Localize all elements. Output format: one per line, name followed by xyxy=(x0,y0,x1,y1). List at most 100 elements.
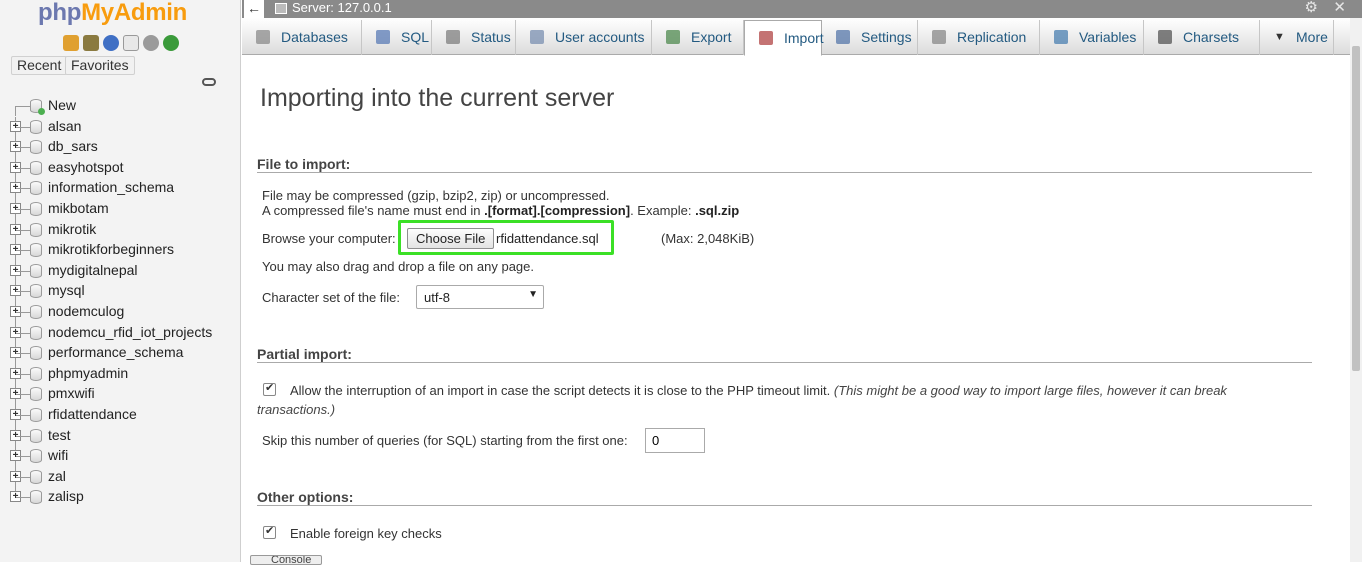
skip-queries-label: Skip this number of queries (for SQL) st… xyxy=(262,433,628,448)
tree-line xyxy=(16,497,30,499)
tree-item-database[interactable]: +information_schema xyxy=(0,178,240,199)
tab-variables[interactable]: Variables xyxy=(1040,20,1144,55)
database-name[interactable]: alsan xyxy=(48,118,81,134)
foreign-key-checkbox[interactable] xyxy=(263,524,276,539)
sql-icon xyxy=(376,30,390,44)
tree-item-database[interactable]: +mydigitalnepal xyxy=(0,260,240,282)
settings-icon[interactable] xyxy=(143,35,159,51)
tab-databases[interactable]: Databases xyxy=(242,20,362,55)
page-scrollbar[interactable] xyxy=(1350,18,1362,562)
tree-item-database[interactable]: +phpmyadmin xyxy=(0,363,240,385)
database-name[interactable]: nodemculog xyxy=(48,303,124,319)
home-icon[interactable] xyxy=(63,35,79,51)
tab-replication[interactable]: Replication xyxy=(918,20,1040,55)
database-icon xyxy=(256,30,270,44)
section-divider xyxy=(257,505,1312,506)
tree-line xyxy=(16,229,30,231)
database-name[interactable]: phpmyadmin xyxy=(48,365,128,381)
tree-item-database[interactable]: +mikrotik xyxy=(0,219,240,241)
database-name[interactable]: easyhotspot xyxy=(48,159,124,175)
tree-item-database[interactable]: +wifi xyxy=(0,446,240,467)
allow-interrupt-checkbox[interactable] xyxy=(263,381,276,396)
tree-line xyxy=(16,353,30,355)
tree-item-database[interactable]: +mikbotam xyxy=(0,198,240,220)
tree-line xyxy=(16,250,30,252)
tree-item-new[interactable]: New xyxy=(0,96,240,117)
tree-line xyxy=(16,394,30,396)
tree-item-database[interactable]: +test xyxy=(0,425,240,447)
tree-item-database[interactable]: +pmxwifi xyxy=(0,384,240,405)
database-name[interactable]: pmxwifi xyxy=(48,385,95,401)
tree-item-database[interactable]: +nodemculog xyxy=(0,301,240,323)
wrench-icon xyxy=(836,30,850,44)
logout-icon[interactable] xyxy=(83,35,99,51)
tab-status[interactable]: Status xyxy=(432,20,516,55)
reload-icon[interactable] xyxy=(163,35,179,51)
database-name[interactable]: performance_schema xyxy=(48,344,183,360)
database-icon xyxy=(30,304,42,319)
tree-line xyxy=(16,435,30,437)
database-name[interactable]: information_schema xyxy=(48,179,174,195)
help-icon[interactable] xyxy=(103,35,119,51)
tab-label: Settings xyxy=(861,29,912,45)
database-icon xyxy=(30,366,42,381)
database-name[interactable]: db_sars xyxy=(48,138,98,154)
tab-settings[interactable]: Settings xyxy=(822,20,918,55)
tab-more[interactable]: ▼ More xyxy=(1260,20,1334,55)
favorites-button[interactable]: Favorites xyxy=(65,56,135,75)
tree-item-database[interactable]: +alsan xyxy=(0,116,240,138)
tree-item-database[interactable]: +zal xyxy=(0,466,240,488)
database-icon xyxy=(30,119,42,134)
tab-export[interactable]: Export xyxy=(652,20,744,55)
tree-item-database[interactable]: +performance_schema xyxy=(0,343,240,364)
tab-charsets[interactable]: Charsets xyxy=(1144,20,1260,55)
chevron-down-icon: ▼ xyxy=(528,289,538,300)
page-title: Importing into the current server xyxy=(260,84,615,112)
charset-select[interactable]: utf-8 ▼ xyxy=(416,285,544,309)
tab-label: SQL xyxy=(401,29,430,45)
new-database-icon xyxy=(30,99,45,115)
tab-sql[interactable]: SQL xyxy=(362,20,432,55)
recent-button[interactable]: Recent xyxy=(11,56,68,75)
choose-file-button[interactable]: Choose File xyxy=(407,228,495,249)
tree-line xyxy=(16,270,30,272)
database-name[interactable]: mikrotikforbeginners xyxy=(48,241,174,257)
tab-user-accounts[interactable]: User accounts xyxy=(516,20,652,55)
scroll-thumb[interactable] xyxy=(1352,46,1360,371)
tab-label: User accounts xyxy=(555,29,645,45)
tree-item-database[interactable]: +easyhotspot xyxy=(0,157,240,179)
docs-icon[interactable] xyxy=(123,35,139,51)
new-database-label: New xyxy=(48,97,77,113)
tree-item-database[interactable]: +rfidattendance xyxy=(0,404,240,426)
gear-icon[interactable]: ⚙ xyxy=(1305,0,1318,16)
console-toggle[interactable]: Console xyxy=(250,555,322,565)
tree-item-database[interactable]: +nodemcu_rfid_iot_projects xyxy=(0,322,240,344)
link-icon[interactable] xyxy=(202,78,216,86)
tree-line xyxy=(16,188,30,190)
phpmyadmin-logo[interactable]: phpMyAdmin xyxy=(38,0,187,27)
tree-item-database[interactable]: +zalisp xyxy=(0,487,240,508)
database-name[interactable]: mydigitalnepal xyxy=(48,262,138,278)
tree-item-database[interactable]: +mysql xyxy=(0,281,240,302)
skip-queries-input[interactable] xyxy=(645,428,705,453)
server-breadcrumb[interactable]: Server: 127.0.0.1 xyxy=(292,0,392,16)
tree-item-database[interactable]: +mikrotikforbeginners xyxy=(0,240,240,261)
database-name[interactable]: zalisp xyxy=(48,488,84,504)
database-name[interactable]: wifi xyxy=(48,447,68,463)
close-icon[interactable]: ✕ xyxy=(1333,0,1346,16)
database-name[interactable]: mikbotam xyxy=(48,200,109,216)
tree-item-database[interactable]: +db_sars xyxy=(0,137,240,158)
collapse-navigation-arrow[interactable]: ← xyxy=(244,0,264,18)
tree-line xyxy=(16,208,30,210)
charset-value: utf-8 xyxy=(424,290,451,305)
database-name[interactable]: mikrotik xyxy=(48,221,96,237)
database-name[interactable]: nodemcu_rfid_iot_projects xyxy=(48,324,212,340)
database-name[interactable]: mysql xyxy=(48,282,85,298)
tab-import[interactable]: Import xyxy=(744,20,824,56)
tree-line xyxy=(16,332,30,334)
tab-label: Status xyxy=(471,29,511,45)
database-name[interactable]: test xyxy=(48,427,71,443)
database-name[interactable]: rfidattendance xyxy=(48,406,137,422)
section-divider xyxy=(257,172,1312,173)
database-name[interactable]: zal xyxy=(48,468,66,484)
